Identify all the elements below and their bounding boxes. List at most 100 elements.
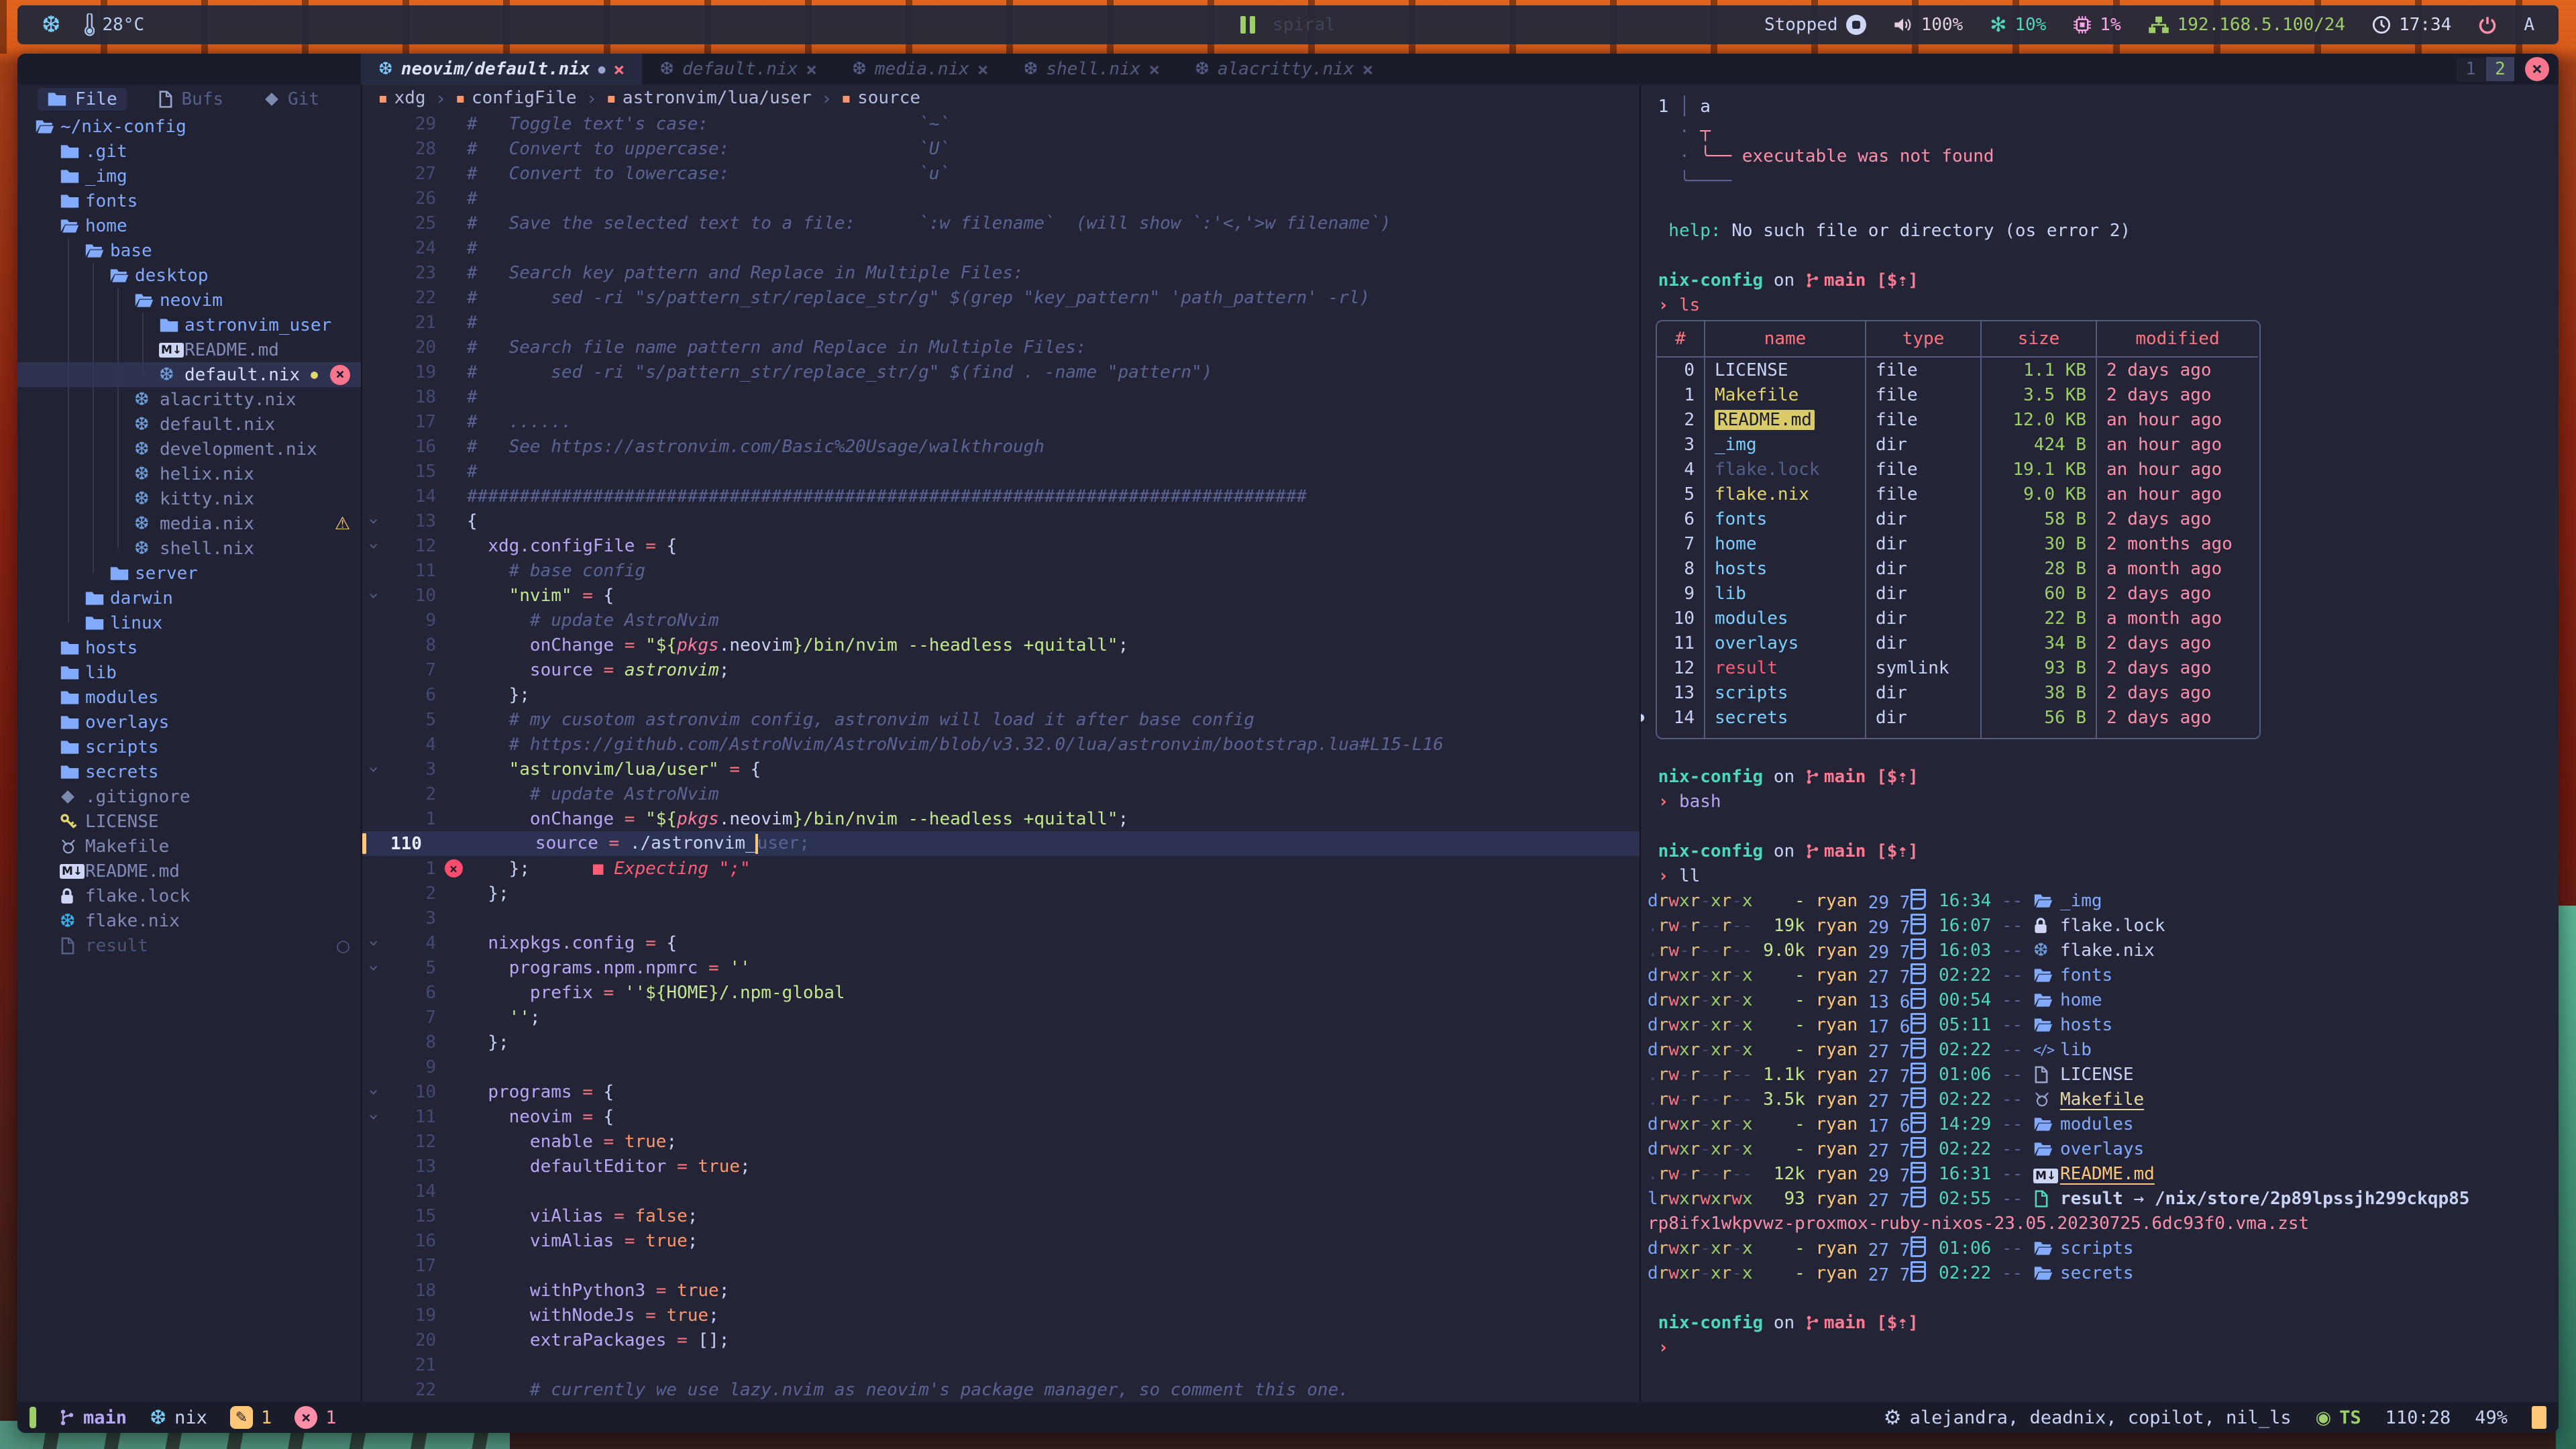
fold-column[interactable]: ›	[362, 759, 385, 780]
breadcrumb-item[interactable]: ▪ xdg	[378, 88, 426, 108]
vim-tab-2[interactable]: 2	[2486, 57, 2514, 81]
tab-close-icon[interactable]: ×	[1148, 58, 1160, 80]
sidebar-tab-File[interactable]: File	[38, 88, 127, 111]
editor-line[interactable]: 23 # Search key pattern and Replace in M…	[362, 260, 1640, 285]
editor-line[interactable]: 7 '';	[362, 1005, 1640, 1030]
tree-item-Makefile[interactable]: Makefile	[17, 834, 361, 859]
tab-close-icon[interactable]: ×	[806, 58, 817, 80]
cpu-widget[interactable]: ✻ 10%	[1990, 13, 2046, 37]
git-branch-segment[interactable]: main	[59, 1407, 127, 1428]
fold-column[interactable]: ›	[362, 511, 385, 531]
tree-item-hosts[interactable]: hosts	[17, 635, 361, 660]
tree-item-modules[interactable]: modules	[17, 685, 361, 710]
sidebar-tab-Bufs[interactable]: Bufs	[148, 88, 233, 111]
editor-line[interactable]: 19 # sed -ri "s/pattern_str/replace_str/…	[362, 360, 1640, 384]
tree-item-_img[interactable]: _img	[17, 164, 361, 189]
volume-widget[interactable]: 100%	[1893, 15, 1964, 35]
editor-line[interactable]: 21 #	[362, 310, 1640, 335]
editor-line[interactable]: › 3 "astronvim/lua/user" = {	[362, 757, 1640, 782]
fold-column[interactable]: ›	[362, 586, 385, 606]
editor-line[interactable]: › 10 programs = {	[362, 1079, 1640, 1104]
editor-line[interactable]: 16 vimAlias = true;	[362, 1228, 1640, 1253]
buffer-tab-default.nix[interactable]: ❆ default.nix ×	[642, 54, 835, 85]
editor-line[interactable]: › 11 neovim = {	[362, 1104, 1640, 1129]
media-title[interactable]: spiral	[1273, 15, 1336, 35]
tree-item-scripts[interactable]: scripts	[17, 735, 361, 759]
sidebar-tab-Git[interactable]: Git	[254, 88, 329, 111]
tree-item-home[interactable]: home	[17, 213, 361, 238]
editor-line[interactable]: 14	[362, 1179, 1640, 1203]
editor-line[interactable]: 6 };	[362, 682, 1640, 707]
buffer-tab-shell.nix[interactable]: ❆ shell.nix ×	[1006, 54, 1178, 85]
editor-line[interactable]: 24 #	[362, 235, 1640, 260]
buffer-tab-media.nix[interactable]: ❆ media.nix ×	[835, 54, 1006, 85]
editor-line[interactable]: 2 };	[362, 881, 1640, 906]
editor-line[interactable]: 3	[362, 906, 1640, 930]
editor-line[interactable]: 15 #	[362, 459, 1640, 484]
editor-line[interactable]: 18 #	[362, 384, 1640, 409]
tree-item-.gitignore[interactable]: .gitignore	[17, 784, 361, 809]
editor-line[interactable]: 1 × }; ■ Expecting ";"	[362, 856, 1640, 881]
editor-line[interactable]: 8 };	[362, 1030, 1640, 1055]
editor-line[interactable]: 28 # Convert to uppercase: `U`	[362, 136, 1640, 161]
editor-line[interactable]: 5 # my cusotom astronvim config, astronv…	[362, 707, 1640, 732]
editor-line[interactable]: › 5 programs.npm.npmrc = ''	[362, 955, 1640, 980]
player-status-widget[interactable]: Stopped	[1764, 15, 1866, 35]
editor-line[interactable]: 20 extraPackages = [];	[362, 1328, 1640, 1352]
editor-line[interactable]: 13 defaultEditor = true;	[362, 1154, 1640, 1179]
breadcrumb-item[interactable]: ▪ astronvim/lua/user	[606, 88, 811, 108]
vim-tab-1[interactable]: 1	[2457, 57, 2485, 81]
keyboard-layout-indicator[interactable]: A	[2524, 15, 2534, 35]
editor-line[interactable]: 9 # update AstroNvim	[362, 608, 1640, 633]
editor-line[interactable]: 7 source = astronvim;	[362, 657, 1640, 682]
editor-line[interactable]: 12 enable = true;	[362, 1129, 1640, 1154]
tree-item-lib[interactable]: lib	[17, 660, 361, 685]
tree-item-secrets[interactable]: secrets	[17, 759, 361, 784]
tree-item-overlays[interactable]: overlays	[17, 710, 361, 735]
editor-line[interactable]: 4 # https://github.com/AstroNvim/AstroNv…	[362, 732, 1640, 757]
tree-item-flake.nix[interactable]: ❆flake.nix	[17, 908, 361, 933]
clock-widget[interactable]: 17:34	[2372, 15, 2451, 35]
terminal-pane[interactable]: 1 │ a · ┬ · ╰── executable was not found…	[1640, 85, 2559, 1402]
editor-line[interactable]: › 4 nixpkgs.config = {	[362, 930, 1640, 955]
fold-column[interactable]: ›	[362, 536, 385, 556]
editor-line[interactable]: 19 withNodeJs = true;	[362, 1303, 1640, 1328]
code-editor[interactable]: 29 # Toggle text's case: `~` 28 # Conver…	[362, 111, 1640, 1402]
tree-item-README.md[interactable]: M↓README.md	[17, 859, 361, 883]
media-pause-icon[interactable]	[1240, 16, 1255, 34]
window-close-button[interactable]: ×	[2525, 57, 2549, 81]
editor-line[interactable]: 25 # Save the selected text to a file: `…	[362, 211, 1640, 235]
tab-close-icon[interactable]: ×	[977, 58, 989, 80]
editor-line[interactable]: 17 # ......	[362, 409, 1640, 434]
power-button[interactable]	[2478, 15, 2497, 34]
buffer-tab-alacritty.nix[interactable]: ❆ alacritty.nix ×	[1177, 54, 1391, 85]
tree-item-result[interactable]: result○	[17, 933, 361, 958]
buffer-tab-neovim/default.nix[interactable]: ❆ neovim/default.nix ● ×	[361, 54, 642, 85]
editor-line[interactable]: 16 # See https://astronvim.com/Basic%20U…	[362, 434, 1640, 459]
editor-line[interactable]: 14 #####################################…	[362, 484, 1640, 508]
breadcrumb-item[interactable]: ▪ configFile	[455, 88, 576, 108]
editor-line[interactable]: 110 source = ./astronvim_user;	[362, 831, 1640, 856]
nixos-logo-icon[interactable]: ❆	[42, 11, 61, 38]
editor-line[interactable]: › 12 xdg.configFile = {	[362, 533, 1640, 558]
fold-column[interactable]: ›	[362, 958, 385, 978]
editor-line[interactable]: 22 # sed -ri "s/pattern_str/replace_str/…	[362, 285, 1640, 310]
tree-item-.git[interactable]: .git	[17, 139, 361, 164]
tab-close-icon[interactable]: ×	[613, 58, 625, 80]
editor-line[interactable]: › 10 "nvim" = {	[362, 583, 1640, 608]
editor-line[interactable]: 11 # base config	[362, 558, 1640, 583]
editor-line[interactable]: 6 prefix = ''${HOME}/.npm-global	[362, 980, 1640, 1005]
fold-column[interactable]: ›	[362, 933, 385, 953]
memory-widget[interactable]: 1%	[2073, 15, 2121, 35]
network-widget[interactable]: 192.168.5.100/24	[2148, 15, 2345, 35]
editor-line[interactable]: 9	[362, 1055, 1640, 1079]
shell-cursor-line[interactable]: ›	[1648, 1335, 2555, 1360]
close-icon[interactable]: ×	[330, 365, 350, 385]
editor-line[interactable]: 17	[362, 1253, 1640, 1278]
editor-line[interactable]: 1 onChange = "${pkgs.neovim}/bin/nvim --…	[362, 806, 1640, 831]
editor-line[interactable]: 8 onChange = "${pkgs.neovim}/bin/nvim --…	[362, 633, 1640, 657]
tab-close-icon[interactable]: ×	[1362, 58, 1374, 80]
editor-line[interactable]: 29 # Toggle text's case: `~`	[362, 111, 1640, 136]
editor-line[interactable]: 15 viAlias = false;	[362, 1203, 1640, 1228]
editor-line[interactable]: 2 # update AstroNvim	[362, 782, 1640, 806]
